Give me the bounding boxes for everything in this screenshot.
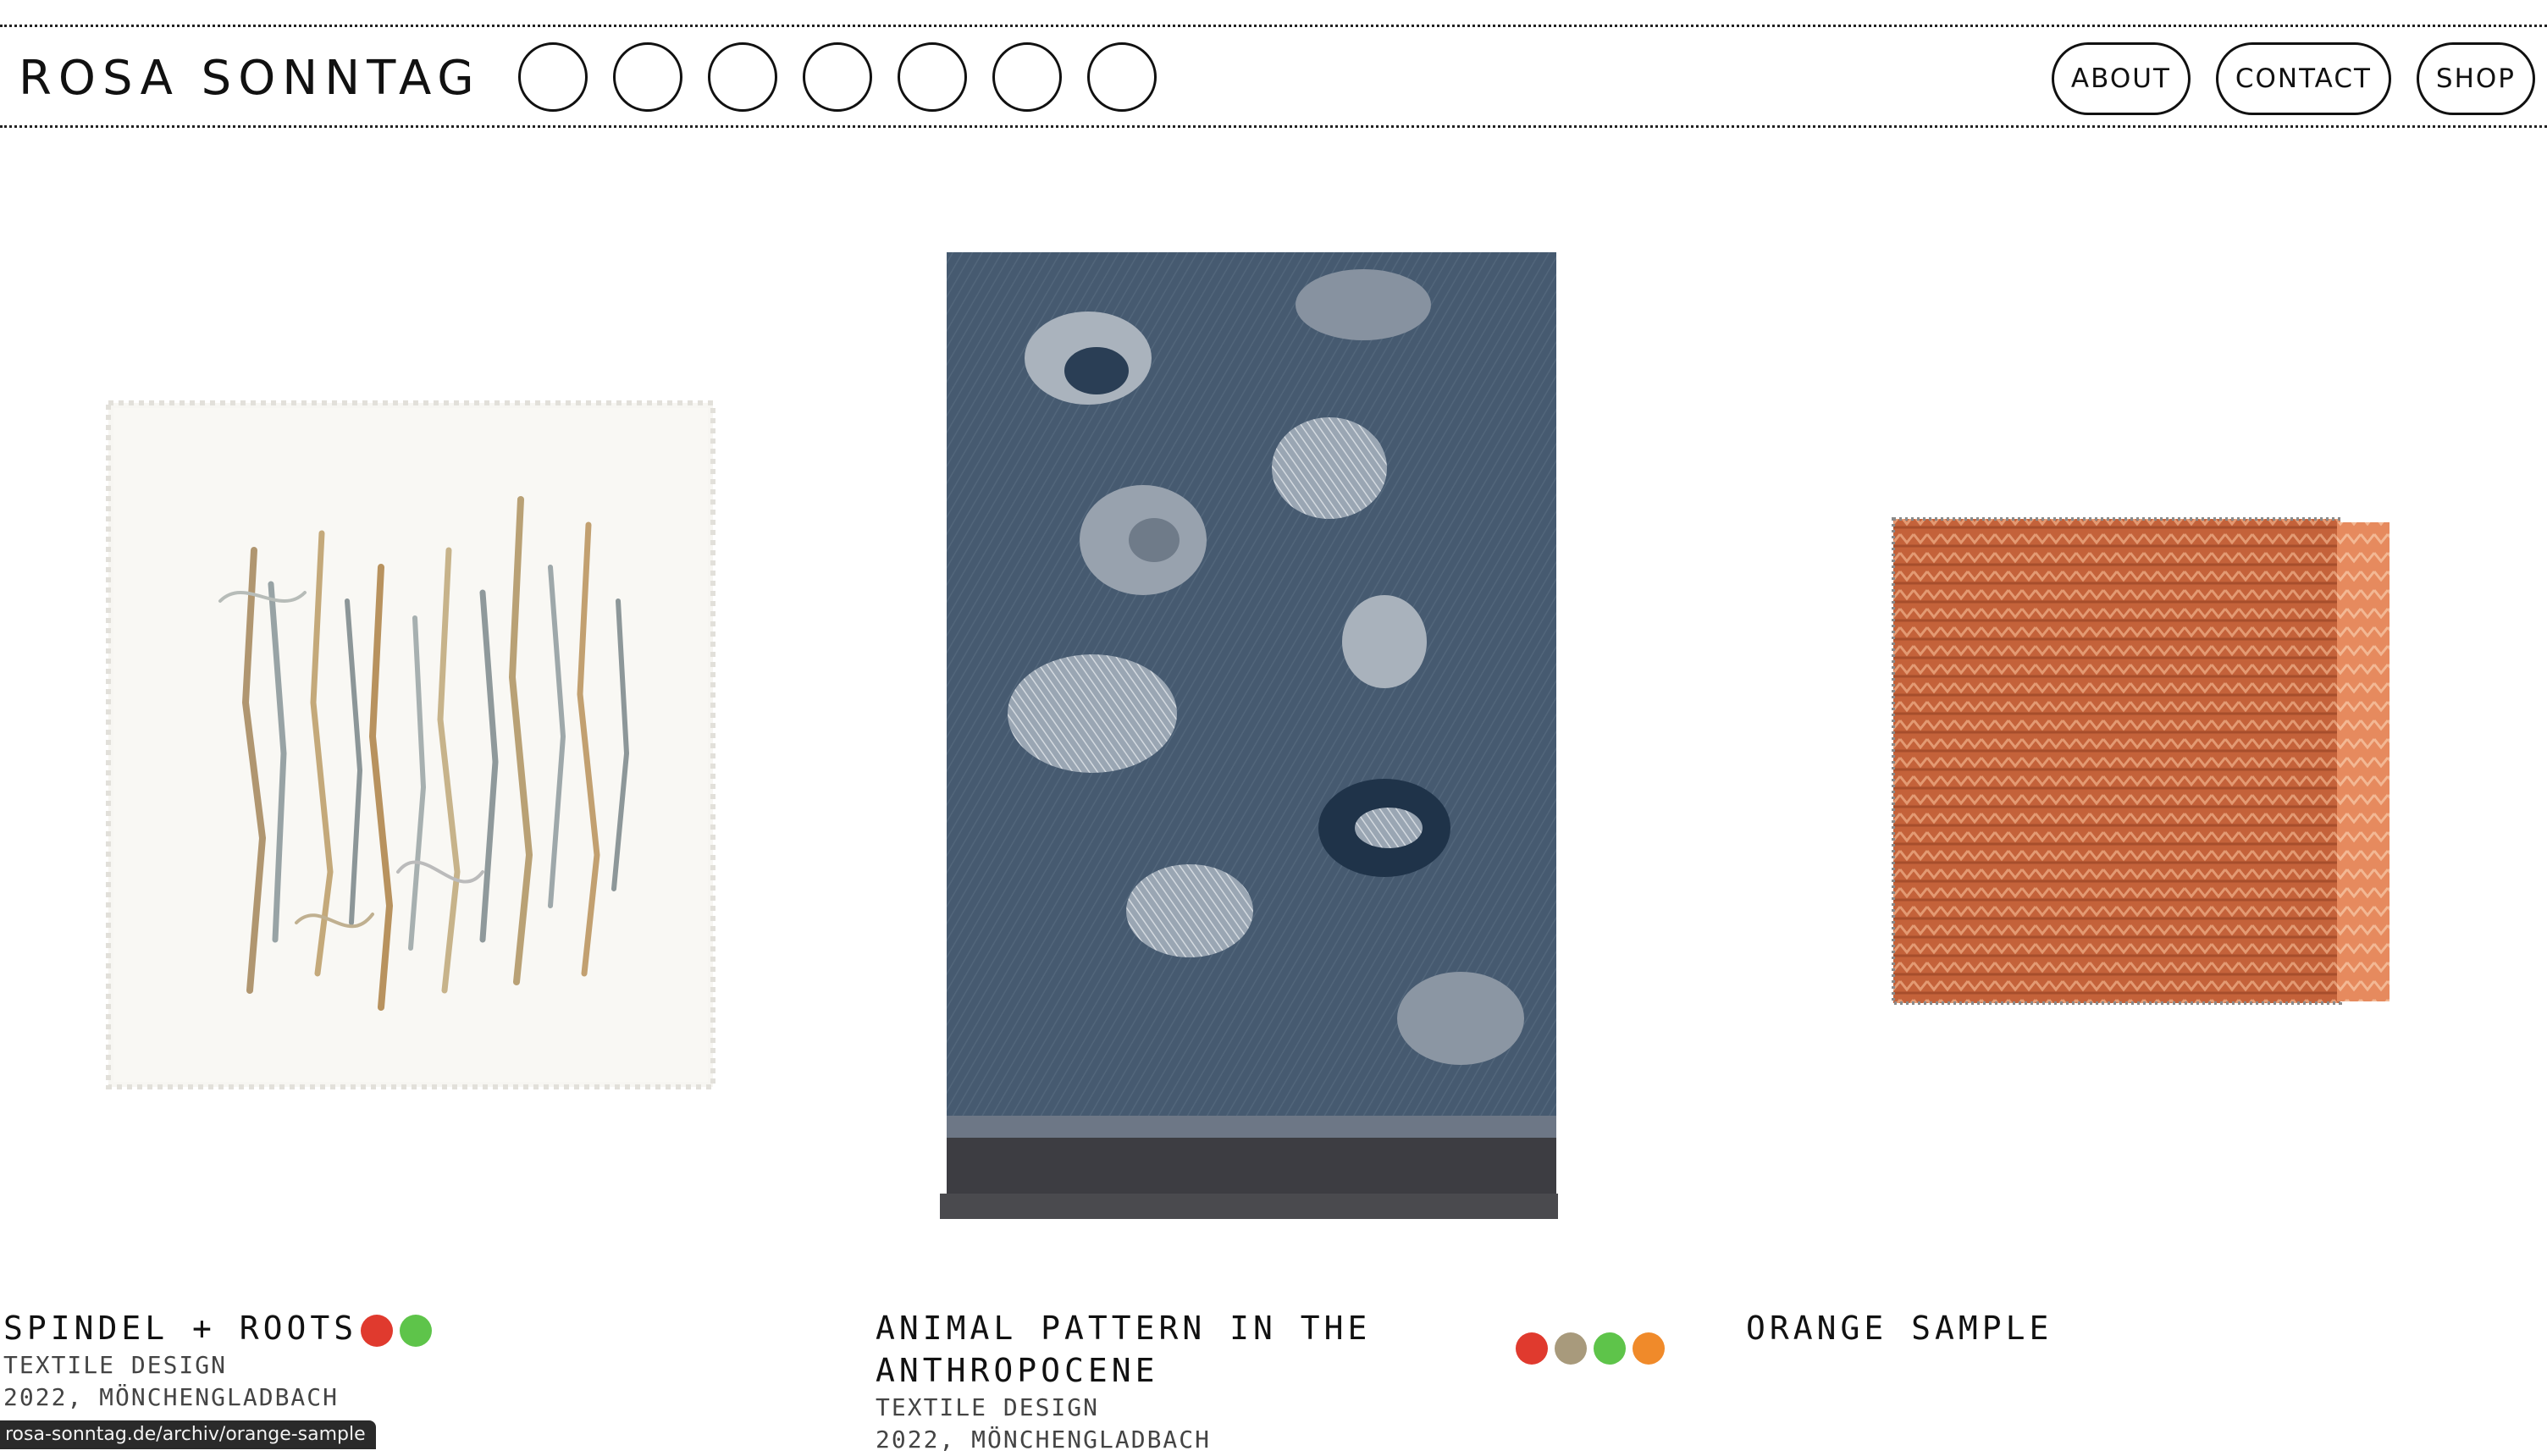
about-button[interactable]: ABOUT	[2051, 42, 2191, 115]
orange-dot	[1633, 1332, 1665, 1365]
color-filter-circle[interactable]	[708, 42, 777, 112]
work-title-continued[interactable]: ANTHROPOCENE	[876, 1349, 1384, 1392]
header-top-dotted-line	[0, 25, 2547, 27]
color-filter-circle[interactable]	[898, 42, 967, 112]
work-caption[interactable]: ORANGE SAMPLE	[1746, 1307, 2053, 1349]
header-bottom-dotted-line	[0, 125, 2547, 128]
color-filter-circle[interactable]	[613, 42, 682, 112]
work-title[interactable]: ANIMAL PATTERN IN THE	[876, 1307, 1384, 1349]
spindel-roots-image[interactable]	[102, 398, 720, 1092]
color-filter-circle[interactable]	[518, 42, 588, 112]
red-dot	[1516, 1332, 1548, 1365]
color-dots	[1516, 1332, 1665, 1365]
contact-button[interactable]: CONTACT	[2215, 42, 2391, 115]
beige-dot	[1555, 1332, 1587, 1365]
shop-button[interactable]: SHOP	[2416, 42, 2535, 115]
color-dots	[361, 1314, 433, 1347]
work-title[interactable]: SPINDEL + ROOTS	[3, 1310, 357, 1347]
link-preview-statusbar: rosa-sonntag.de/archiv/orange-sample	[0, 1420, 376, 1449]
work-category: TEXTILE DESIGN	[3, 1351, 228, 1379]
color-filter-circle[interactable]	[992, 42, 1062, 112]
color-filter-bar	[518, 42, 1157, 112]
color-filter-circle[interactable]	[803, 42, 872, 112]
work-category: TEXTILE DESIGN	[876, 1393, 1100, 1421]
green-dot	[1594, 1332, 1626, 1365]
work-meta: 2022, MÖNCHENGLADBACH	[876, 1426, 1212, 1453]
work-caption[interactable]: ANIMAL PATTERN IN THE ANTHROPOCENE TEXTI…	[876, 1307, 1384, 1456]
animal-pattern-image[interactable]	[923, 252, 1575, 1226]
work-title[interactable]: ORANGE SAMPLE	[1746, 1307, 2053, 1349]
green-dot	[400, 1314, 433, 1347]
main-nav: ABOUT CONTACT SHOP	[2051, 42, 2535, 115]
orange-sample-image[interactable]	[1887, 512, 2412, 1012]
work-meta: 2022, MÖNCHENGLADBACH	[3, 1383, 340, 1411]
red-dot	[361, 1314, 394, 1347]
work-caption[interactable]: SPINDEL + ROOTS TEXTILE DESIGN 2022, MÖN…	[3, 1307, 433, 1414]
site-logo-title[interactable]: ROSA SONNTAG	[19, 49, 481, 108]
color-filter-circle[interactable]	[1087, 42, 1157, 112]
